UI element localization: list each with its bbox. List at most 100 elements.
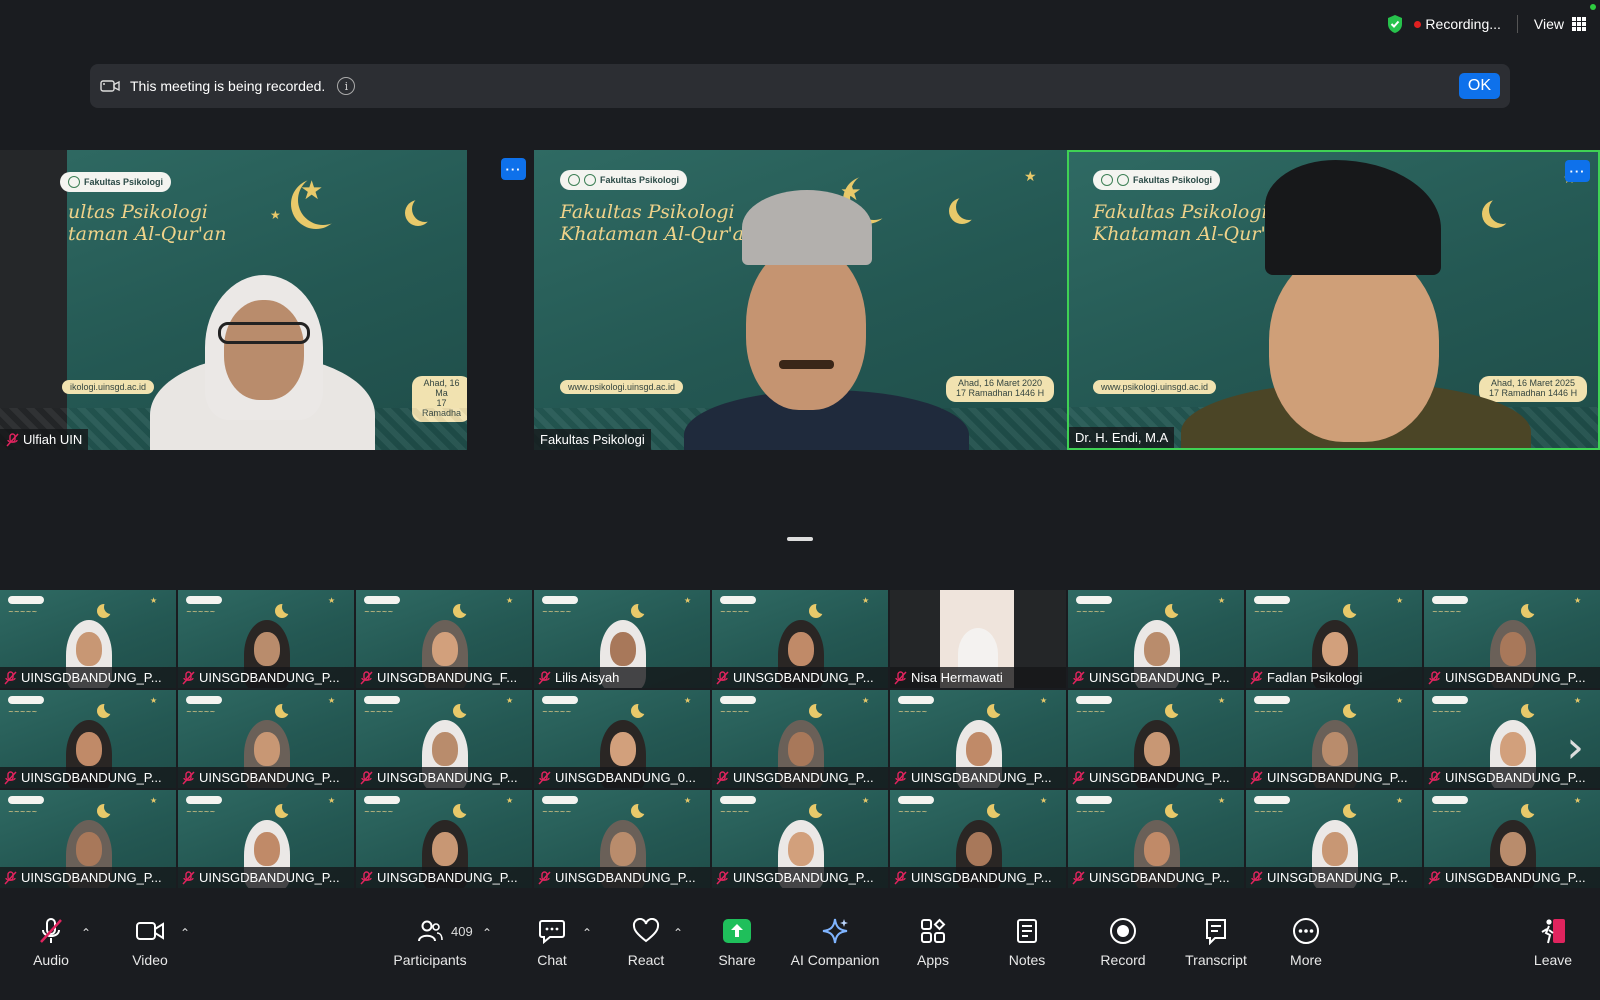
gallery-tile[interactable]: ~~~~~ ★ Lilis Aisyah	[534, 590, 710, 688]
gallery-tile[interactable]: ~~~~~ ★ UINSGDBANDUNG_P...	[534, 790, 710, 888]
mic-off-icon	[538, 670, 551, 685]
participants-count: 409	[451, 924, 473, 939]
recording-indicator[interactable]: Recording...	[1414, 16, 1501, 32]
gallery-tile[interactable]: ~~~~~ ★ UINSGDBANDUNG_P...	[712, 590, 888, 688]
participant-name-tag: UINSGDBANDUNG_P...	[178, 667, 354, 688]
apps-button[interactable]: Apps	[888, 912, 978, 968]
share-arrow-icon	[723, 919, 751, 943]
chat-options-caret[interactable]: ⌃	[582, 926, 592, 940]
date-line2: 17 Ramadhan 1446 H	[1489, 387, 1578, 398]
slide-logo	[720, 596, 756, 604]
crescent-moon-icon	[1172, 700, 1186, 714]
participant-name-tag: UINSGDBANDUNG_P...	[1424, 667, 1600, 688]
slide-url: www.psikologi.uinsgd.ac.id	[560, 380, 684, 394]
gallery-tile[interactable]: ~~~~~ ★ UINSGDBANDUNG_P...	[1068, 590, 1244, 688]
view-button[interactable]: View	[1534, 16, 1586, 32]
gallery-tile[interactable]: ~~~~~ ★ UINSGDBANDUNG_P...	[0, 790, 176, 888]
participant-name-tag: Fadlan Psikologi	[1246, 667, 1422, 688]
gallery-tile[interactable]: ~~~~~ ★ UINSGDBANDUNG_0...	[534, 690, 710, 788]
chat-button[interactable]: Chat	[507, 912, 597, 968]
gallery-tile[interactable]: ~~~~~ ★ Fadlan Psikologi	[1246, 590, 1422, 688]
gallery-tile[interactable]: ~~~~~ ★ UINSGDBANDUNG_P...	[1424, 590, 1600, 688]
video-tile-fakultas-psikologi[interactable]: Fakultas Psikologi Fakultas Psikologi Kha…	[534, 150, 1067, 450]
gallery-tile[interactable]: ~~~~~ ★ UINSGDBANDUNG_P...	[1424, 790, 1600, 888]
slide-logo	[720, 796, 756, 804]
audio-button[interactable]: Audio	[6, 912, 96, 968]
star-icon: ★	[1218, 696, 1226, 705]
react-options-caret[interactable]: ⌃	[673, 926, 683, 940]
video-tile-dr-endi[interactable]: Fakultas Psikologi Fakultas Psikologi Kha…	[1067, 150, 1600, 450]
mic-off-icon	[360, 670, 373, 685]
resize-handle[interactable]	[787, 537, 813, 541]
gallery-tile[interactable]: ~~~~~ ★ UINSGDBANDUNG_P...	[1068, 690, 1244, 788]
date-line1: Ahad, 16 Ma	[423, 378, 460, 398]
gallery-tile[interactable]: ~~~~~ ★ UINSGDBANDUNG_P...	[890, 790, 1066, 888]
gallery-tile[interactable]: Nisa Hermawati	[890, 590, 1066, 688]
gallery-tile[interactable]: ~~~~~ ★ UINSGDBANDUNG_P...	[1246, 790, 1422, 888]
slide-title-decoration: ~~~~~	[364, 608, 394, 616]
gallery-tile[interactable]: ~~~~~ ★ UINSGDBANDUNG_P...	[1068, 790, 1244, 888]
shield-check-icon[interactable]	[1386, 14, 1404, 34]
meeting-toolbar: Audio ⌃ Video ⌃ 409 Participants ⌃ Chat …	[0, 912, 1600, 1000]
more-options-button[interactable]: ···	[1565, 160, 1590, 182]
slide-logo	[186, 596, 222, 604]
gallery-tile[interactable]: ~~~~~ ★ UINSGDBANDUNG_P...	[1246, 690, 1422, 788]
participant-face	[1500, 832, 1526, 866]
slide-title-decoration: ~~~~~	[1432, 708, 1462, 716]
share-button[interactable]: Share	[692, 912, 782, 968]
gallery-tile[interactable]: ~~~~~ ★ UINSGDBANDUNG_P...	[712, 690, 888, 788]
more-button[interactable]: More	[1261, 912, 1351, 968]
gallery-tile[interactable]: ~~~~~ ★ UINSGDBANDUNG_F...	[356, 590, 532, 688]
video-options-caret[interactable]: ⌃	[180, 926, 190, 940]
crescent-moon-icon	[104, 700, 118, 714]
participant-name-tag: UINSGDBANDUNG_P...	[712, 867, 888, 888]
crescent-moon-icon	[816, 800, 830, 814]
video-tile-ulfiah[interactable]: Fakultas Psikologi ultas Psikologi taman …	[0, 150, 467, 450]
more-options-button[interactable]: ···	[501, 158, 526, 180]
gallery-tile[interactable]: ~~~~~ ★ UINSGDBANDUNG_P...	[178, 590, 354, 688]
gallery-tile[interactable]: ~~~~~ ★ UINSGDBANDUNG_P...	[178, 690, 354, 788]
record-button[interactable]: Record	[1078, 912, 1168, 968]
crescent-moon-icon	[460, 600, 474, 614]
logo-text: Fakultas Psikologi	[1133, 175, 1213, 185]
transcript-button[interactable]: Transcript	[1171, 912, 1261, 968]
participant-name: Nisa Hermawati	[911, 670, 1003, 685]
gallery-tile[interactable]: ~~~~~ ★ UINSGDBANDUNG_P...	[178, 790, 354, 888]
video-button[interactable]: Video	[105, 912, 195, 968]
mic-off-icon	[1428, 670, 1441, 685]
slide-title-decoration: ~~~~~	[1432, 608, 1462, 616]
gallery-tile[interactable]: ~~~~~ ★ UINSGDBANDUNG_P...	[890, 690, 1066, 788]
notes-button[interactable]: Notes	[982, 912, 1072, 968]
slide-title-decoration: ~~~~~	[364, 808, 394, 816]
participant-face	[1322, 632, 1348, 666]
gallery-tile[interactable]: ~~~~~ ★ UINSGDBANDUNG_P...	[0, 690, 176, 788]
star-icon: ★	[862, 596, 870, 605]
participants-options-caret[interactable]: ⌃	[482, 926, 492, 940]
crescent-moon-icon	[104, 800, 118, 814]
participants-button[interactable]: 409 Participants	[385, 912, 475, 968]
slide-title-decoration: ~~~~~	[720, 608, 750, 616]
slide-logo	[8, 696, 44, 704]
participant-name-tag: UINSGDBANDUNG_P...	[1068, 767, 1244, 788]
ok-button[interactable]: OK	[1458, 73, 1500, 99]
participant-name-tag: UINSGDBANDUNG_P...	[178, 867, 354, 888]
star-icon: ★	[300, 175, 324, 205]
gallery-tile[interactable]: ~~~~~ ★ UINSGDBANDUNG_P...	[712, 790, 888, 888]
star-icon: ★	[1218, 596, 1226, 605]
gallery-tile[interactable]: ~~~~~ ★ UINSGDBANDUNG_P...	[0, 590, 176, 688]
mustache	[779, 360, 834, 369]
gallery-tile[interactable]: ~~~~~ ★ UINSGDBANDUNG_P...	[356, 790, 532, 888]
slide-title-decoration: ~~~~~	[1254, 708, 1284, 716]
participant-cap	[1265, 160, 1441, 275]
ai-companion-button[interactable]: AI Companion	[790, 912, 880, 968]
logo-emblem-icon	[68, 176, 80, 188]
slide-title-decoration: ~~~~~	[1254, 608, 1284, 616]
chevron-right-icon[interactable]: ›	[1566, 722, 1584, 773]
react-button[interactable]: React	[601, 912, 691, 968]
gallery-tile[interactable]: ~~~~~ ★ UINSGDBANDUNG_P...	[356, 690, 532, 788]
leave-button[interactable]: Leave	[1508, 912, 1598, 968]
audio-options-caret[interactable]: ⌃	[81, 926, 91, 940]
mic-off-icon	[1428, 770, 1441, 785]
leave-icon	[1541, 919, 1565, 944]
info-icon[interactable]: i	[337, 77, 356, 95]
